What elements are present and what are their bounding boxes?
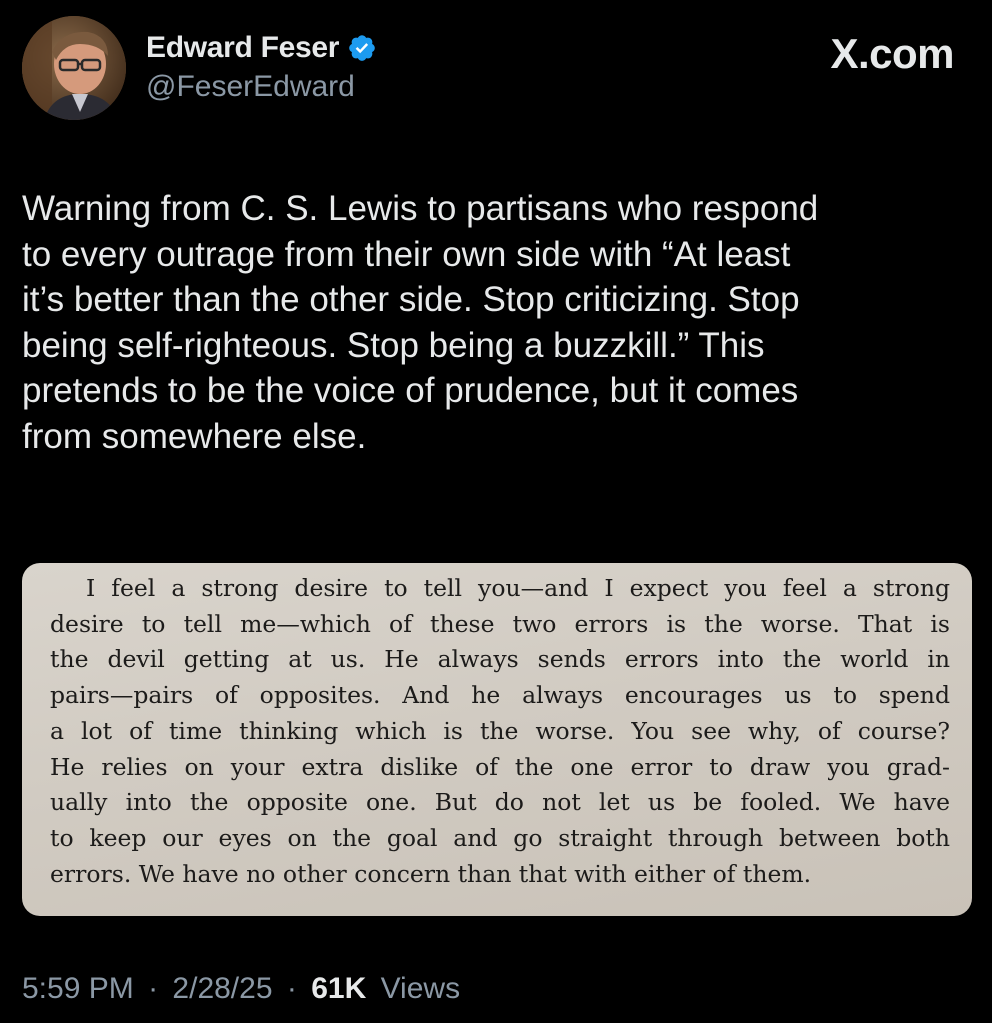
book-line: desire to tell me—which of these two err… [50,609,950,638]
display-name[interactable]: Edward Feser [146,31,339,65]
tweet-media-image[interactable]: I feel a strong desire to tell you—and I… [22,563,972,916]
book-line: He relies on your extra dislike of the o… [50,752,950,781]
book-line: errors. We have no other concern than th… [50,859,812,888]
book-line: a lot of time thinking which is the wors… [50,716,950,745]
views-label: Views [380,972,461,1005]
avatar-photo [22,16,126,120]
footer-separator: · [286,972,297,1005]
tweet-footer: 5:59 PM · 2/28/25 · 61K Views [22,972,460,1006]
user-meta: Edward Feser @FeserEdward [146,28,377,104]
tweet-header: Edward Feser @FeserEdward X.com [22,16,972,126]
tweet-text: Warning from C. S. Lewis to partisans wh… [22,189,819,456]
user-handle[interactable]: @FeserEdward [146,70,377,104]
book-line: ually into the opposite one. But do not … [50,788,950,817]
avatar[interactable] [22,16,126,120]
book-line: the devil getting at us. He always sends… [50,645,950,674]
display-name-row: Edward Feser [146,28,377,68]
book-line: I feel a strong desire to tell you—and I… [86,574,950,602]
verified-badge-icon [349,35,375,61]
brand-watermark: X.com [830,30,954,77]
tweet-date[interactable]: 2/28/25 [172,972,272,1005]
book-line: pairs—pairs of opposites. And he always … [50,681,950,710]
footer-separator: · [148,972,159,1005]
views-count[interactable]: 61K [311,972,366,1005]
tweet-time[interactable]: 5:59 PM [22,972,134,1005]
book-line: to keep our eyes on the goal and go stra… [50,823,950,852]
